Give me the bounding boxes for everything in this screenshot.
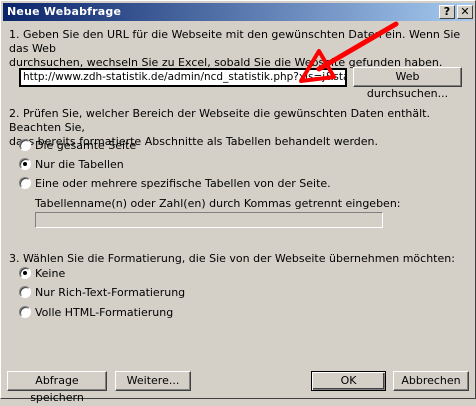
radio-entire-page-label: Die gesamte Seite	[35, 139, 137, 152]
radio-only-tables[interactable]	[19, 158, 31, 170]
radio-specific-tables[interactable]	[19, 177, 31, 189]
more-options-button[interactable]: Weitere...	[115, 371, 191, 391]
ok-button[interactable]: OK	[311, 371, 386, 391]
tables-field-label: Tabellenname(n) oder Zahl(en) durch Komm…	[35, 197, 401, 210]
web-query-dialog: Neue Webabfrage ? ✕ 1. Geben Sie den URL…	[0, 0, 476, 404]
step2-line1: 2. Prüfen Sie, welcher Bereich der Webse…	[9, 107, 430, 134]
radio-format-full-html[interactable]	[19, 306, 31, 318]
title-bar: Neue Webabfrage ? ✕	[3, 3, 473, 21]
radio-specific-tables-label: Eine oder mehrere spezifische Tabellen v…	[35, 177, 331, 190]
browse-web-button[interactable]: Web durchsuchen...	[353, 67, 462, 100]
cancel-button[interactable]: Abbrechen	[393, 371, 469, 391]
save-query-button[interactable]: Abfrage speichern	[7, 371, 107, 404]
tables-input[interactable]	[35, 212, 383, 228]
radio-format-rich-text[interactable]	[19, 286, 31, 298]
url-input[interactable]: http://www.zdh-statistik.de/admin/ncd_st…	[19, 68, 347, 87]
radio-format-full-html-label: Volle HTML-Formatierung	[35, 306, 174, 319]
radio-format-rich-text-label: Nur Rich-Text-Formatierung	[35, 286, 186, 299]
help-button[interactable]: ?	[439, 5, 455, 19]
close-button[interactable]: ✕	[457, 5, 473, 19]
radio-format-none[interactable]	[19, 267, 31, 279]
radio-format-none-label: Keine	[35, 267, 66, 280]
step1-line1: 1. Geben Sie den URL für die Webseite mi…	[9, 28, 461, 55]
radio-entire-page[interactable]	[19, 139, 31, 151]
radio-only-tables-label: Nur die Tabellen	[35, 158, 124, 171]
step3-instructions: 3. Wählen Sie die Formatierung, die Sie …	[9, 252, 455, 265]
window-title: Neue Webabfrage	[7, 5, 122, 18]
step1-instructions: 1. Geben Sie den URL für die Webseite mi…	[9, 28, 475, 70]
